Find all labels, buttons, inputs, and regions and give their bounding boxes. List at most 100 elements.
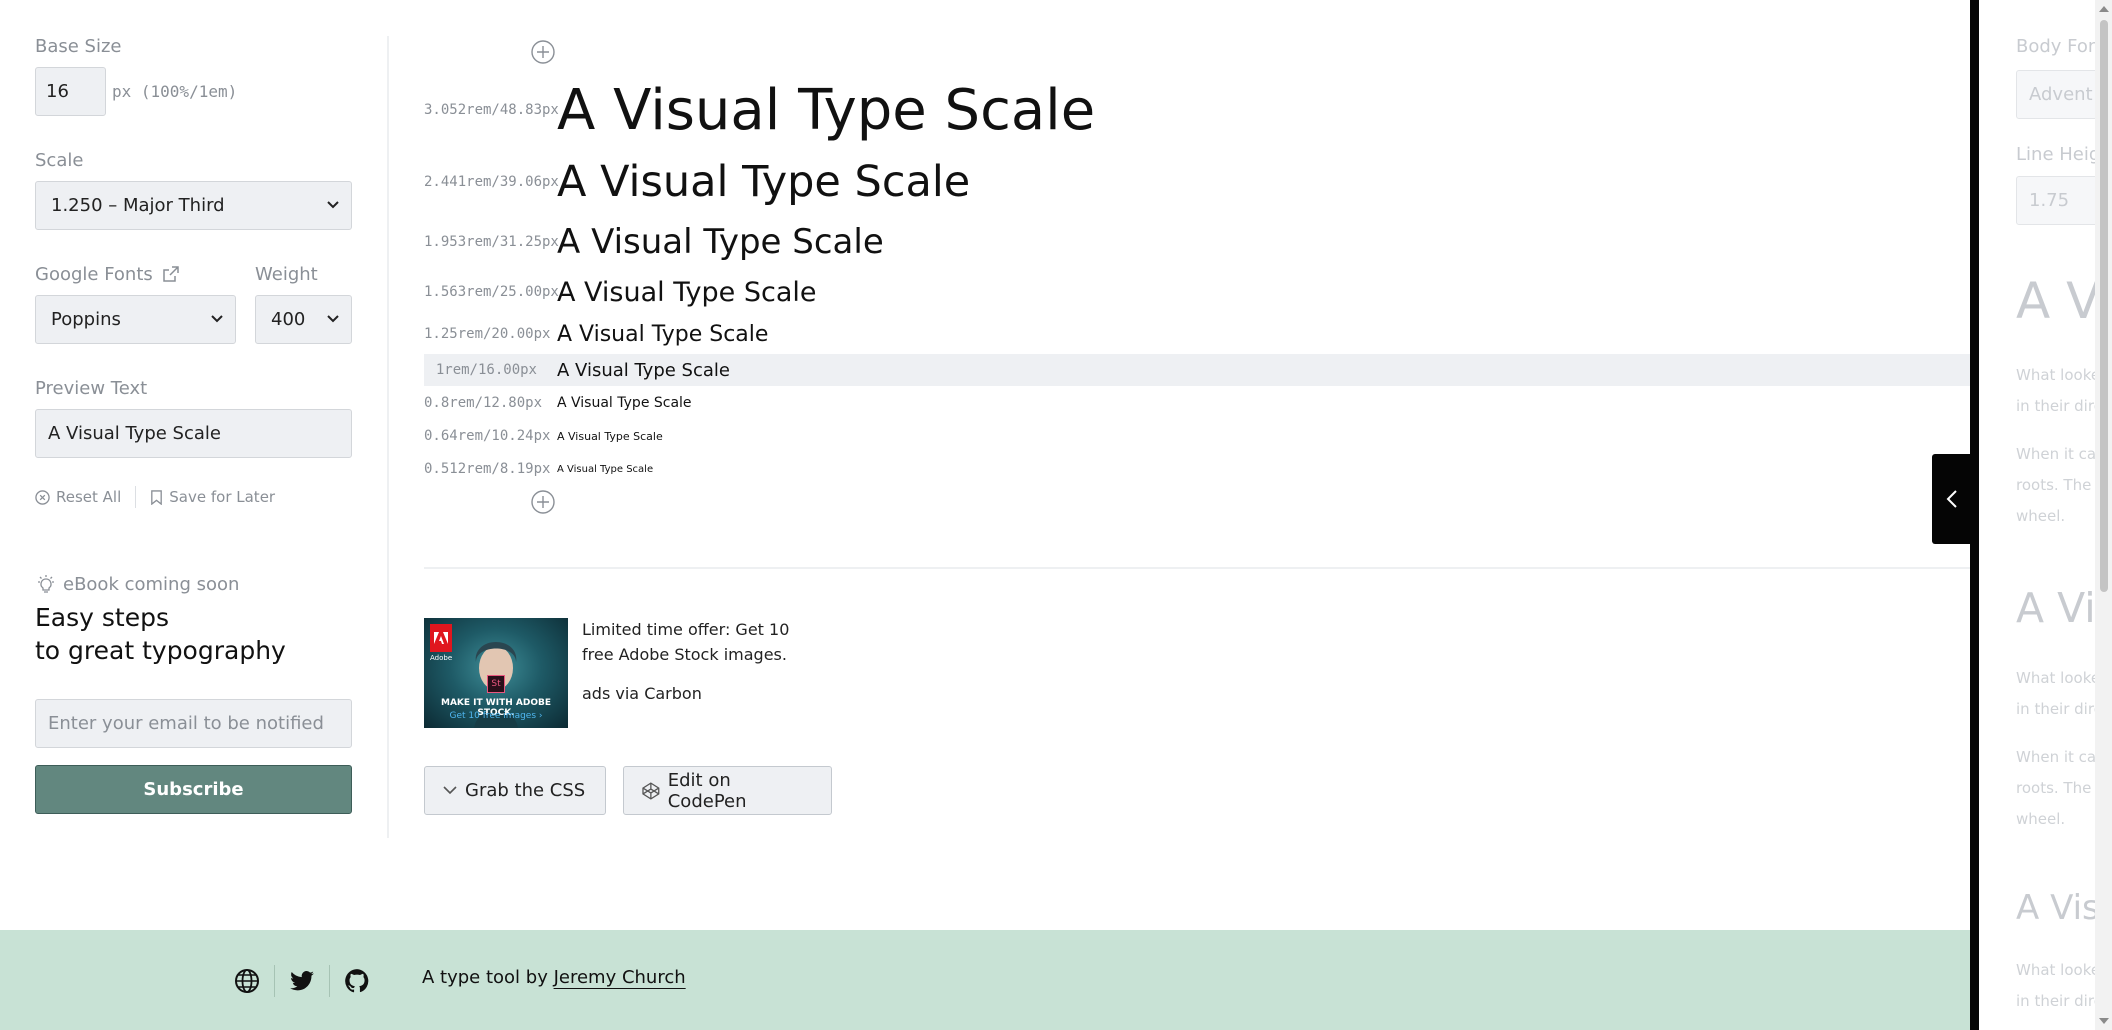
sidebar-divider [387, 36, 389, 838]
preview-text-label: Preview Text [35, 378, 148, 399]
reset-all-label: Reset All [56, 488, 122, 506]
save-for-later-label: Save for Later [169, 488, 276, 506]
line-height-label: Line Heig [2016, 144, 2095, 165]
preview-text-input[interactable]: A Visual Type Scale [35, 409, 352, 458]
footer-icon-divider [274, 965, 275, 997]
globe-icon[interactable] [234, 968, 260, 994]
font-column: Google Fonts Poppins [35, 264, 236, 344]
scale-row-meta: 3.052rem/48.83px [424, 102, 559, 118]
scale-label: Scale [35, 150, 84, 171]
scale-row: 1.563rem/25.00px A Visual Type Scale [424, 274, 1970, 310]
scale-row-meta: 1rem/16.00px [435, 362, 537, 378]
preview-paragraph: What looke in their dire [2016, 955, 2095, 1017]
grab-css-button[interactable]: Grab the CSS [424, 766, 606, 815]
base-size-hint: px (100%/1em) [112, 82, 238, 101]
font-select-value: Poppins [51, 309, 121, 330]
scale-row: 1.953rem/31.25px A Visual Type Scale [424, 220, 1970, 264]
scale-row-sample: A Visual Type Scale [557, 429, 663, 443]
panel-scrollbar[interactable] [2095, 0, 2112, 1030]
preview-paragraph-line: roots. The r [2016, 476, 2095, 494]
ebook-title-line-2: to great typography [35, 636, 286, 665]
footer-icon-divider [329, 965, 330, 997]
adobe-stock-badge: St [487, 675, 505, 693]
preview-paragraph-line: What looke [2016, 366, 2095, 384]
settings-sidebar: Base Size 16 px (100%/1em) Scale 1.250 –… [35, 36, 352, 814]
ad-via-carbon-link[interactable]: ads via Carbon [582, 684, 702, 703]
scale-row-sample: A Visual Type Scale [557, 222, 884, 262]
scale-row-meta: 2.441rem/39.06px [424, 174, 559, 190]
weight-column: Weight 400 [255, 264, 352, 344]
save-for-later-button[interactable]: Save for Later [150, 488, 275, 506]
scale-row: 0.64rem/10.24px A Visual Type Scale [424, 424, 1970, 448]
ebook-title: Easy steps to great typography [35, 601, 352, 667]
drawer-edge [1970, 0, 1979, 1030]
base-size-input[interactable]: 16 [35, 67, 106, 116]
scale-row-sample: A Visual Type Scale [557, 463, 654, 475]
chevron-down-icon [327, 198, 339, 213]
scale-row-sample: A Visual Type Scale [557, 321, 769, 347]
chevron-down-icon [327, 312, 339, 327]
scale-row-meta: 0.8rem/12.80px [424, 395, 543, 411]
ad-text-link[interactable]: Limited time offer: Get 10 free Adobe St… [582, 617, 822, 667]
preview-paragraph-line: When it car [2016, 445, 2095, 463]
scrollbar-thumb[interactable] [2100, 20, 2108, 592]
chevron-left-icon [1946, 490, 1957, 508]
footer: A type tool by Jeremy Church [0, 930, 1970, 1030]
ebook-tag: eBook coming soon [35, 574, 352, 595]
subscribe-button[interactable]: Subscribe [35, 765, 352, 814]
add-step-top-icon[interactable] [531, 40, 555, 64]
scroll-up-arrow-icon[interactable] [2099, 6, 2109, 12]
ebook-tag-text: eBook coming soon [63, 574, 240, 595]
weight-label: Weight [255, 264, 318, 285]
preview-paragraph: What looke in their dire [2016, 360, 2095, 422]
codepen-icon [642, 781, 660, 800]
preview-heading: A Vis [2016, 888, 2095, 928]
chevron-down-icon [211, 312, 223, 327]
ebook-title-line-1: Easy steps [35, 603, 169, 632]
lightbulb-icon [38, 574, 54, 593]
edit-on-codepen-button[interactable]: Edit on CodePen [623, 766, 832, 815]
scale-row: 1.25rem/20.00px A Visual Type Scale [424, 318, 1970, 350]
body-font-label: Body Fon [2016, 36, 2095, 57]
preview-paragraph-line: in their dire [2016, 700, 2095, 718]
scale-select[interactable]: 1.250 – Major Third [35, 181, 352, 230]
reset-icon [35, 489, 50, 505]
ad-brand: Adobe [430, 654, 453, 662]
link-divider [135, 486, 137, 508]
line-height-input[interactable]: 1.75 [2016, 176, 2095, 225]
scale-row-meta: 1.953rem/31.25px [424, 234, 559, 250]
preview-heading: A Vi [2016, 584, 2095, 632]
grab-css-label: Grab the CSS [465, 780, 586, 801]
ad-cta: Get 10 free images › [449, 711, 543, 721]
scale-row-meta: 1.563rem/25.00px [424, 284, 559, 300]
scroll-down-arrow-icon[interactable] [2099, 1018, 2109, 1024]
chevron-down-icon [443, 786, 457, 795]
scale-row: 0.512rem/8.19px A Visual Type Scale [424, 458, 1970, 480]
author-link[interactable]: Jeremy Church [554, 967, 686, 988]
preview-paragraph-line: wheel. [2016, 810, 2066, 828]
preview-paragraph-line: roots. The r [2016, 779, 2095, 797]
ad-image[interactable]: Adobe St MAKE IT WITH ADOBE STOCK. Get 1… [424, 618, 568, 728]
drawer-toggle-button[interactable] [1932, 454, 1972, 544]
font-row: Google Fonts Poppins Weight 400 [35, 264, 352, 344]
sidebar-links: Reset All Save for Later [35, 486, 352, 508]
preview-paragraph-line: wheel. [2016, 507, 2066, 525]
reset-all-button[interactable]: Reset All [35, 488, 121, 506]
content-divider [424, 567, 1970, 569]
add-step-bottom-icon[interactable] [531, 490, 555, 514]
google-fonts-label[interactable]: Google Fonts [35, 264, 236, 285]
google-fonts-label-text: Google Fonts [35, 264, 153, 285]
preview-paragraph-line: What looke [2016, 961, 2095, 979]
scale-row-sample: A Visual Type Scale [557, 77, 1096, 143]
font-select[interactable]: Poppins [35, 295, 236, 344]
github-icon[interactable] [344, 968, 370, 994]
preview-paragraph: When it car roots. The r wheel. [2016, 742, 2095, 835]
email-input[interactable]: Enter your email to be notified [35, 699, 352, 748]
scale-row-sample: A Visual Type Scale [557, 157, 971, 207]
body-font-select[interactable]: Advent [2016, 70, 2095, 119]
footer-credit: A type tool by Jeremy Church [422, 967, 686, 988]
scale-row: 2.441rem/39.06px A Visual Type Scale [424, 154, 1970, 210]
weight-select[interactable]: 400 [255, 295, 352, 344]
twitter-icon[interactable] [289, 968, 315, 994]
external-link-icon [162, 266, 179, 282]
